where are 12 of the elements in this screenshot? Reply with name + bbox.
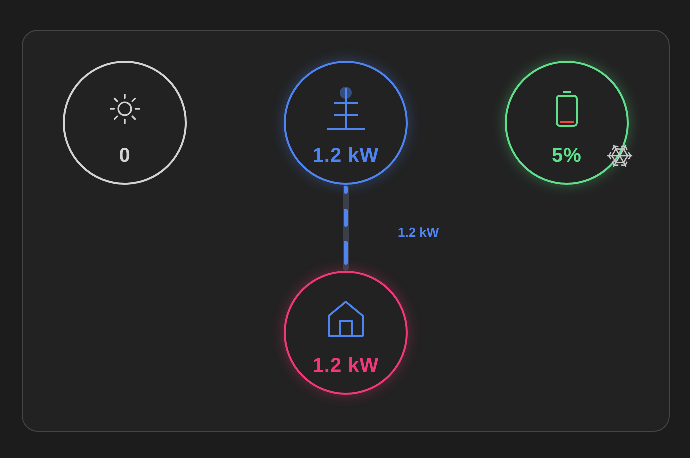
home-node[interactable]: 1.2 kW <box>284 271 408 395</box>
flow-value: 1.2 kW <box>398 224 440 242</box>
power-value: 1.2 kW <box>312 356 380 376</box>
power-value: 0 <box>119 146 131 166</box>
solar-node[interactable]: 0 <box>63 61 187 185</box>
battery-icon <box>555 90 579 128</box>
grid-node[interactable]: 1.2 kW <box>284 61 408 185</box>
power-pylon-icon <box>325 86 367 132</box>
sun-icon <box>110 94 140 124</box>
power-value: 1.2 kW <box>312 146 380 166</box>
house-icon <box>326 300 366 338</box>
power-value: 5% <box>552 146 582 166</box>
